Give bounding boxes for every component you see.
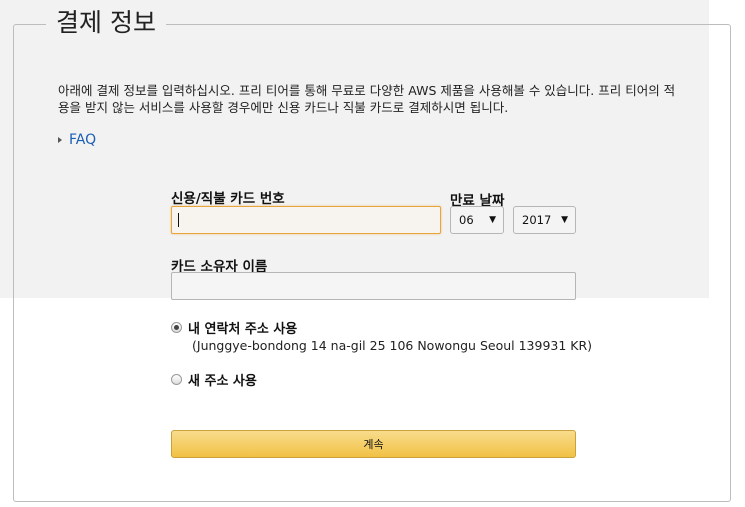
radio-use-new-address[interactable]: 새 주소 사용 xyxy=(171,370,257,389)
card-number-label: 신용/직불 카드 번호 xyxy=(171,191,285,207)
expiry-month-value: 06 xyxy=(459,213,474,227)
radio-label-contact-address: 내 연락처 주소 사용 xyxy=(188,322,298,337)
faq-label: FAQ xyxy=(69,132,97,148)
section-title: 결제 정보 xyxy=(46,7,166,39)
radio-use-contact-address[interactable]: 내 연락처 주소 사용 xyxy=(171,318,297,337)
dropdown-arrow-icon: ▼ xyxy=(489,215,496,225)
card-number-input[interactable] xyxy=(171,206,441,234)
faq-link[interactable]: FAQ xyxy=(58,132,96,148)
cardholder-input[interactable] xyxy=(171,272,576,300)
expand-triangle-icon xyxy=(58,137,62,143)
contact-address-text: (Junggye-bondong 14 na-gil 25 106 Nowong… xyxy=(192,338,593,353)
intro-text: 아래에 결제 정보를 입력하십시오. 프리 티어를 통해 무료로 다양한 AWS… xyxy=(58,83,676,115)
continue-button[interactable]: 계속 xyxy=(171,430,576,458)
expiry-year-select[interactable]: 2017 ▼ xyxy=(513,206,576,234)
radio-label-new-address: 새 주소 사용 xyxy=(188,374,257,389)
radio-button-unchecked[interactable] xyxy=(171,374,182,385)
expiry-month-select[interactable]: 06 ▼ xyxy=(450,206,504,234)
text-caret xyxy=(178,213,179,227)
radio-button-checked[interactable] xyxy=(171,322,182,333)
dropdown-arrow-icon: ▼ xyxy=(561,215,568,225)
expiry-year-value: 2017 xyxy=(522,213,552,227)
